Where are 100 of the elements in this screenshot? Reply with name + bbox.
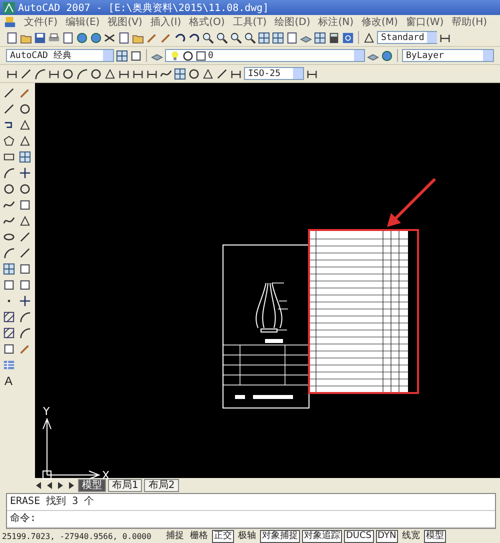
menu-item[interactable]: 插入(I) — [150, 15, 182, 29]
circle-icon[interactable] — [18, 182, 30, 194]
brush-icon[interactable] — [18, 86, 30, 98]
triangle-icon[interactable] — [18, 134, 30, 146]
status-toggle[interactable]: 模型 — [424, 530, 446, 543]
help-icon[interactable] — [342, 32, 354, 44]
zoom-icon[interactable] — [244, 32, 256, 44]
ellipse-icon[interactable] — [2, 230, 14, 242]
square-icon[interactable] — [18, 198, 30, 210]
grid-icon[interactable] — [174, 68, 186, 80]
save-icon[interactable] — [34, 32, 46, 44]
status-toggle[interactable]: 对象捕捉 — [260, 530, 300, 543]
calculator-icon[interactable] — [328, 32, 340, 44]
new-file-icon[interactable] — [118, 32, 130, 44]
triangle-icon[interactable] — [202, 68, 214, 80]
zoom-icon[interactable] — [202, 32, 214, 44]
arc-icon[interactable] — [2, 166, 14, 178]
menu-item[interactable]: 帮助(H) — [452, 15, 487, 29]
square-icon[interactable] — [18, 278, 30, 290]
hatch-icon[interactable] — [2, 310, 14, 322]
text-tool[interactable]: A — [4, 374, 12, 388]
grid-icon[interactable] — [18, 150, 30, 162]
circle-icon[interactable] — [62, 68, 74, 80]
status-toggle[interactable]: DYN — [376, 530, 398, 543]
triangle-icon[interactable] — [104, 68, 116, 80]
brush-icon[interactable] — [146, 32, 158, 44]
grid-icon[interactable] — [272, 32, 284, 44]
spline-icon[interactable] — [160, 68, 172, 80]
triangle-icon[interactable] — [363, 32, 375, 44]
square-icon[interactable] — [18, 262, 30, 274]
triangle-icon[interactable] — [18, 118, 30, 130]
status-toggle[interactable]: 正交 — [212, 530, 234, 543]
menu-item[interactable]: 编辑(E) — [66, 15, 100, 29]
square-icon[interactable] — [2, 342, 14, 354]
line-icon[interactable] — [2, 86, 14, 98]
menu-item[interactable]: 窗口(W) — [406, 15, 444, 29]
spline-icon[interactable] — [2, 214, 14, 226]
arc-icon[interactable] — [18, 326, 30, 338]
globe-icon[interactable] — [90, 32, 102, 44]
square-icon[interactable] — [130, 50, 142, 62]
menu-item[interactable]: 修改(M) — [362, 15, 398, 29]
menu-item[interactable]: 文件(F) — [24, 15, 58, 29]
arc-icon[interactable] — [76, 68, 88, 80]
menu-item[interactable]: 工具(T) — [232, 15, 267, 29]
grid-icon[interactable] — [2, 262, 14, 274]
brush-icon[interactable] — [18, 342, 30, 354]
globe-icon[interactable] — [76, 32, 88, 44]
dimension-style-dropdown[interactable]: ISO-25 — [244, 67, 304, 80]
square-icon[interactable] — [2, 278, 14, 290]
zoom-icon[interactable] — [230, 32, 242, 44]
triangle-icon[interactable] — [18, 214, 30, 226]
grid-icon[interactable] — [116, 50, 128, 62]
layout-tab[interactable]: 模型 — [78, 478, 106, 492]
undo-icon[interactable] — [188, 32, 200, 44]
status-toggle[interactable]: DUCS — [344, 530, 374, 543]
grid-icon[interactable] — [314, 32, 326, 44]
undo-icon[interactable] — [174, 32, 186, 44]
circle-icon[interactable] — [2, 182, 14, 194]
menu-item[interactable]: 格式(O) — [189, 15, 225, 29]
status-toggle[interactable]: 捕捉 — [164, 530, 186, 543]
circle-icon[interactable] — [188, 68, 200, 80]
arc-icon[interactable] — [34, 68, 46, 80]
status-toggle[interactable]: 栅格 — [188, 530, 210, 543]
table-icon[interactable] — [2, 358, 14, 370]
text-style-dropdown[interactable]: Standard — [377, 31, 437, 44]
menu-item[interactable]: 视图(V) — [108, 15, 142, 29]
menu-item[interactable]: 标注(N) — [318, 15, 354, 29]
layer-dropdown[interactable]: 0 — [165, 49, 365, 62]
menu-item[interactable]: 绘图(D) — [274, 15, 310, 29]
move-icon[interactable] — [18, 166, 30, 178]
layout-tab[interactable]: 布局2 — [144, 478, 179, 492]
status-toggle[interactable]: 对象追踪 — [302, 530, 342, 543]
color-dropdown[interactable]: ByLayer — [402, 49, 494, 62]
status-toggle[interactable]: 线宽 — [400, 530, 422, 543]
spline-icon[interactable] — [2, 198, 14, 210]
workspace-dropdown[interactable]: AutoCAD 经典 — [6, 49, 114, 62]
arc-icon[interactable] — [18, 310, 30, 322]
move-icon[interactable] — [18, 294, 30, 306]
globe-icon[interactable] — [381, 50, 393, 62]
circle-icon[interactable] — [18, 102, 30, 114]
layout-tab[interactable]: 布局1 — [108, 478, 142, 492]
zoom-icon[interactable] — [216, 32, 228, 44]
new-file-icon[interactable] — [62, 32, 74, 44]
status-toggle[interactable]: 极轴 — [236, 530, 258, 543]
printer-icon[interactable] — [48, 32, 60, 44]
line-icon[interactable] — [18, 246, 30, 258]
hatch-icon[interactable] — [2, 326, 14, 338]
new-file-icon[interactable] — [286, 32, 298, 44]
arc-icon[interactable] — [2, 246, 14, 258]
line-icon[interactable] — [216, 68, 228, 80]
cut-icon[interactable] — [104, 32, 116, 44]
line-icon[interactable] — [2, 102, 14, 114]
brush-icon[interactable] — [160, 32, 172, 44]
new-file-icon[interactable] — [6, 32, 18, 44]
circle-icon[interactable] — [90, 68, 102, 80]
line-icon[interactable] — [20, 68, 32, 80]
line-icon[interactable] — [18, 230, 30, 242]
polygon-icon[interactable] — [2, 134, 14, 146]
grid-icon[interactable] — [258, 32, 270, 44]
app-menu-icon[interactable] — [4, 16, 16, 28]
